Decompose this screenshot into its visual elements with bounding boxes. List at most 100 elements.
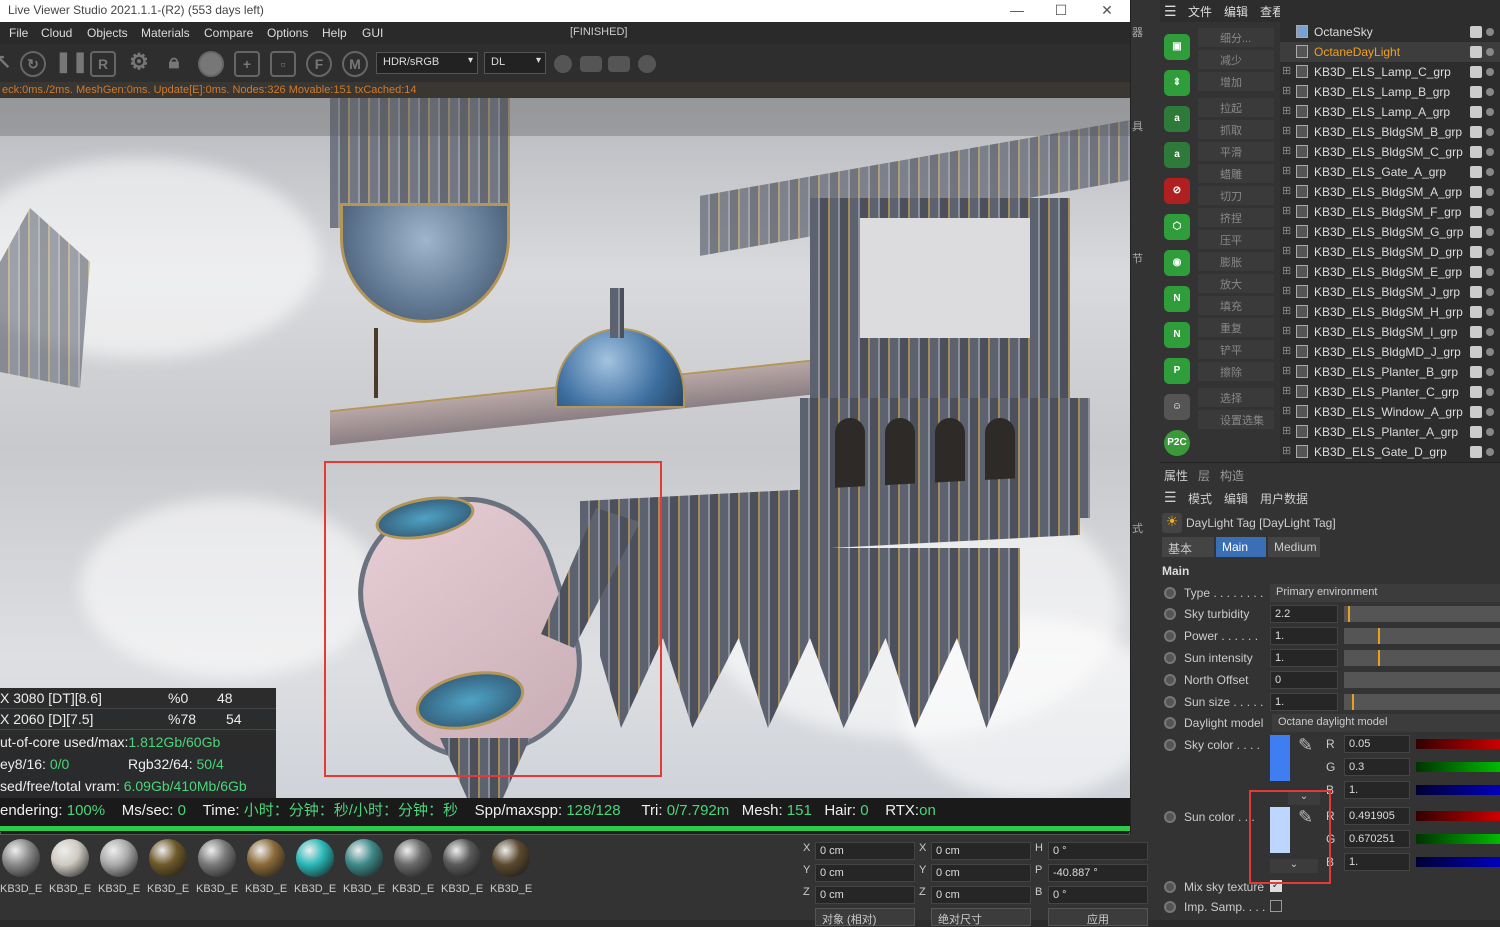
material-thumbnail[interactable]: KB3D_E <box>441 839 483 897</box>
object-row[interactable]: OctaneDayLight <box>1280 42 1500 62</box>
hamburger-icon[interactable]: ☰ <box>1164 3 1177 20</box>
menu-edit-cn[interactable]: 编辑 <box>1224 3 1248 20</box>
tab-layers[interactable]: 层 <box>1198 467 1210 484</box>
apply-button[interactable]: 应用 <box>1048 908 1148 926</box>
visibility-check[interactable] <box>1470 226 1482 238</box>
menu-mode[interactable]: 模式 <box>1188 490 1212 507</box>
sculpt-command[interactable]: 压平 <box>1198 230 1274 249</box>
visibility-check[interactable] <box>1470 246 1482 258</box>
sculpt-command[interactable]: 挤捏 <box>1198 208 1274 227</box>
visibility-check[interactable] <box>1470 446 1482 458</box>
menu-file-cn[interactable]: 文件 <box>1188 3 1212 20</box>
reload-icon[interactable]: ↻ <box>20 51 46 77</box>
sculpt-command[interactable]: 设置选集 <box>1198 410 1274 429</box>
visibility-check[interactable] <box>1470 46 1482 58</box>
size-field[interactable]: 0 cm <box>931 842 1031 860</box>
sculpt-command[interactable]: 细分... <box>1198 28 1274 47</box>
object-row[interactable]: ⊞ KB3D_ELS_BldgSM_A_grp <box>1280 182 1500 202</box>
expand-icon[interactable]: ⊞ <box>1282 404 1291 417</box>
sculpt-command[interactable]: 选择 <box>1198 388 1274 407</box>
eyedropper-icon[interactable]: ✎ <box>1298 735 1313 756</box>
visibility-check[interactable] <box>1470 386 1482 398</box>
object-row[interactable]: ⊞ KB3D_ELS_Lamp_C_grp <box>1280 62 1500 82</box>
add-region-icon[interactable]: + <box>234 51 260 77</box>
menu-gui[interactable]: GUI <box>362 26 383 40</box>
sculpt-command[interactable]: 增加 <box>1198 72 1274 91</box>
n-cube-b-icon[interactable]: N <box>1164 322 1190 348</box>
sculpt-command[interactable]: 铲平 <box>1198 340 1274 359</box>
sun-b-field[interactable]: 1. <box>1344 853 1410 871</box>
object-row[interactable]: ⊞ KB3D_ELS_Lamp_B_grp <box>1280 82 1500 102</box>
material-thumbnail[interactable]: KB3D_E <box>392 839 434 897</box>
hamburger-icon[interactable]: ☰ <box>1164 489 1177 506</box>
sculpt-command[interactable]: 减少 <box>1198 50 1274 69</box>
expand-icon[interactable]: ⊞ <box>1282 204 1291 217</box>
text-tool-b-icon[interactable]: a <box>1164 142 1190 168</box>
sky-b-field[interactable]: 1. <box>1344 781 1410 799</box>
expand-icon[interactable]: ⊞ <box>1282 284 1291 297</box>
type-select[interactable]: Primary environment <box>1270 584 1500 602</box>
visibility-check[interactable] <box>1470 346 1482 358</box>
close-icon[interactable]: ✕ <box>1092 2 1122 20</box>
material-thumbnail[interactable]: KB3D_E <box>294 839 336 897</box>
sun-g-bar[interactable] <box>1416 834 1500 844</box>
menu-cloud[interactable]: Cloud <box>41 26 72 40</box>
sculpt-command[interactable]: 抓取 <box>1198 120 1274 139</box>
object-row[interactable]: ⊞ KB3D_ELS_BldgSM_E_grp <box>1280 262 1500 282</box>
object-row[interactable]: ⊞ KB3D_ELS_BldgSM_H_grp <box>1280 302 1500 322</box>
lock-icon[interactable]: 🔒︎ <box>161 51 187 77</box>
anim-radio[interactable] <box>1164 587 1176 599</box>
anim-radio[interactable] <box>1164 674 1176 686</box>
visibility-check[interactable] <box>1470 26 1482 38</box>
render-dot[interactable] <box>1486 428 1494 436</box>
sculpt-command[interactable]: 平滑 <box>1198 142 1274 161</box>
menu-help[interactable]: Help <box>322 26 347 40</box>
menu-edit[interactable]: 编辑 <box>1224 490 1248 507</box>
menu-compare[interactable]: Compare <box>204 26 253 40</box>
object-row[interactable]: ⊞ KB3D_ELS_BldgSM_J_grp <box>1280 282 1500 302</box>
menu-userdata[interactable]: 用户数据 <box>1260 490 1308 507</box>
render-dot[interactable] <box>1486 28 1494 36</box>
sun-size-slider[interactable] <box>1344 694 1500 710</box>
object-row[interactable]: ⊞ KB3D_ELS_Gate_D_grp <box>1280 442 1500 462</box>
circle-cube-icon[interactable]: ◉ <box>1164 250 1190 276</box>
color-space-select[interactable]: HDR/sRGB ▾ <box>376 52 478 74</box>
sun-g-field[interactable]: 0.670251 <box>1344 830 1410 848</box>
render-dot[interactable] <box>1486 328 1494 336</box>
record-icon[interactable] <box>638 55 656 73</box>
render-dot[interactable] <box>1486 448 1494 456</box>
sun-b-bar[interactable] <box>1416 857 1500 867</box>
sun-r-bar[interactable] <box>1416 811 1500 821</box>
render-dot[interactable] <box>1486 268 1494 276</box>
object-row[interactable]: ⊞ KB3D_ELS_Planter_B_grp <box>1280 362 1500 382</box>
sky-r-bar[interactable] <box>1416 739 1500 749</box>
anim-radio[interactable] <box>1164 608 1176 620</box>
render-dot[interactable] <box>1486 348 1494 356</box>
material-thumbnail[interactable]: KB3D_E <box>147 839 189 897</box>
size-mode-select[interactable]: 绝对尺寸 <box>931 908 1031 926</box>
arrow-icon[interactable]: ↖ <box>0 51 16 77</box>
m-icon[interactable]: M <box>342 51 368 77</box>
render-dot[interactable] <box>1486 228 1494 236</box>
sculpt-command[interactable]: 放大 <box>1198 274 1274 293</box>
subtab-main[interactable]: Main <box>1216 537 1266 557</box>
rotation-field[interactable]: 0 ° <box>1048 886 1148 904</box>
visibility-check[interactable] <box>1470 326 1482 338</box>
visibility-check[interactable] <box>1470 286 1482 298</box>
sculpt-command[interactable]: 膨胀 <box>1198 252 1274 271</box>
object-row[interactable]: ⊞ KB3D_ELS_Window_A_grp <box>1280 402 1500 422</box>
sculpt-command[interactable]: 蜡雕 <box>1198 164 1274 183</box>
expand-icon[interactable]: ⊞ <box>1282 344 1291 357</box>
subtab-basic[interactable]: 基本 <box>1162 537 1214 557</box>
render-dot[interactable] <box>1486 68 1494 76</box>
expand-icon[interactable]: ⊞ <box>1282 184 1291 197</box>
sky-b-bar[interactable] <box>1416 785 1500 795</box>
menu-objects[interactable]: Objects <box>87 26 128 40</box>
anim-radio[interactable] <box>1164 901 1176 913</box>
sculpt-command[interactable]: 擦除 <box>1198 362 1274 381</box>
sculpt-command[interactable]: 拉起 <box>1198 98 1274 117</box>
material-thumbnail[interactable]: KB3D_E <box>0 839 42 897</box>
menu-options[interactable]: Options <box>267 26 308 40</box>
visibility-check[interactable] <box>1470 126 1482 138</box>
render-dot[interactable] <box>1486 208 1494 216</box>
